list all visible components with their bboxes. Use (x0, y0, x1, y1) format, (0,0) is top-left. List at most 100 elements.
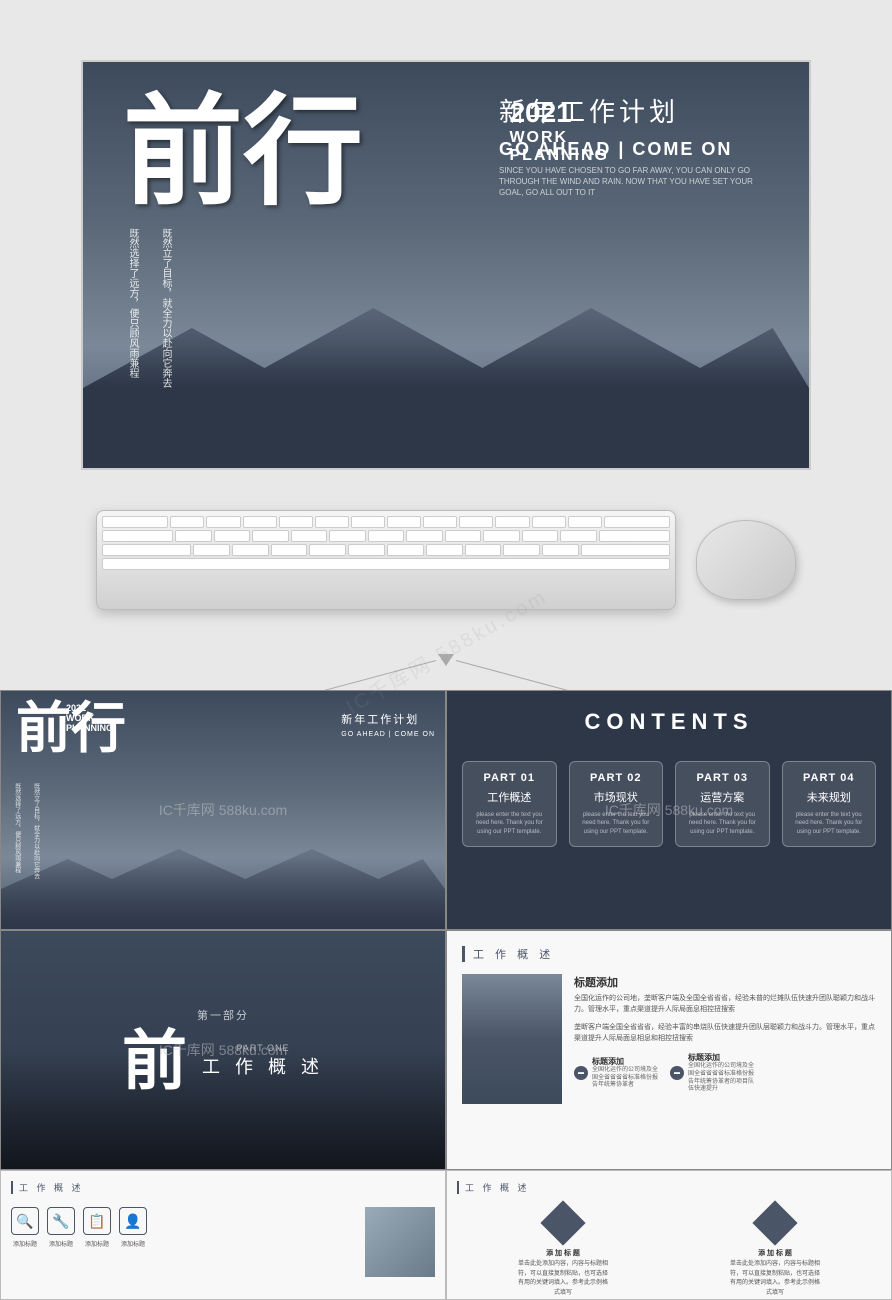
diamond-shape-1 (540, 1200, 585, 1245)
contents-header: CONTENTS (447, 691, 891, 753)
key (170, 516, 204, 528)
part-one-content: 第一部分 前 PART ONE 工 作 概 述 (1, 931, 445, 1169)
work-text-1: 全国化运作的公司地，垄断客户端及全国全省省省，经验未普的烂摊队伍快速升团队聪颖力… (574, 994, 876, 1015)
icon-label-4: 添加标题 (121, 1239, 145, 1248)
small-icon-tool: 🔧 添加标题 (47, 1207, 75, 1248)
key (291, 530, 328, 542)
mini-slide-title: 前行 2021WORKPLANNING 新年工作计划 GO AHEAD | CO… (0, 690, 446, 930)
key (271, 544, 308, 556)
key (279, 516, 313, 528)
top-slide-wrapper: 前行 2021 WORKPLANNING 新年工作计划 GO AHEAD | C… (0, 0, 892, 490)
person-icon: 👤 (119, 1207, 147, 1235)
search-icon: 🔍 (11, 1207, 39, 1235)
part-01-box: PART 01 工作概述 please enter the text you n… (462, 761, 557, 847)
part-one-title: 工 作 概 述 (202, 1053, 324, 1079)
key (387, 516, 421, 528)
slides-grid: 前行 2021WORKPLANNING 新年工作计划 GO AHEAD | CO… (0, 690, 892, 1300)
small-left-body: 🔍 添加标题 🔧 添加标题 📋 添加标题 👤 添加标题 (11, 1202, 435, 1277)
mini-slide-contents: CONTENTS PART 01 工作概述 please enter the t… (446, 690, 892, 930)
small-right-header: 工 作 概 述 (457, 1181, 881, 1194)
part-04-title: 未来规划 (791, 789, 868, 805)
key (445, 530, 482, 542)
key (568, 516, 602, 528)
diamond-label-1: 添 加 标 题 单击此处添加内容，内容与标题相符，可以直接复制粘贴，也可选择有用… (518, 1249, 608, 1298)
key (243, 516, 277, 528)
key (387, 544, 424, 556)
keyboard-image (96, 510, 676, 610)
key (495, 516, 529, 528)
part-02-desc: please enter the text you need here. Tha… (578, 811, 655, 836)
key (102, 530, 173, 542)
small-icons-row: 🔍 添加标题 🔧 添加标题 📋 添加标题 👤 添加标题 (11, 1207, 147, 1248)
top-slide: 前行 2021 WORKPLANNING 新年工作计划 GO AHEAD | C… (81, 60, 811, 470)
slide-columns-text: 既然选择了远方，便只顾风雨兼程 既然立了目标，就全力以赴向它奔去 (123, 228, 174, 388)
part-03-title: 运营方案 (684, 789, 761, 805)
contents-parts: PART 01 工作概述 please enter the text you n… (447, 753, 891, 855)
small-left-content: 工 作 概 述 🔍 添加标题 🔧 添加标题 📋 添加标题 (1, 1171, 445, 1299)
slide-en-subtitle: GO AHEAD | COME ON (499, 139, 779, 160)
col-text-1: 既然选择了远方，便只顾风雨兼程 (123, 228, 141, 388)
diamond-shape-2 (752, 1200, 797, 1245)
key (560, 530, 597, 542)
work-icon-1-circle: ▬ (574, 1066, 588, 1080)
work-overview-content: 工 作 概 述 标题添加 全国化运作的公司地，垄断客户端及全国全省省省，经验未普… (447, 931, 891, 1169)
part-02-title: 市场现状 (578, 789, 655, 805)
part-one-inner: 第一部分 前 PART ONE 工 作 概 述 (122, 1007, 324, 1093)
part-one-en: PART ONE (202, 1043, 324, 1053)
part-04-desc: please enter the text you need here. Tha… (791, 811, 868, 836)
key (459, 516, 493, 528)
key (232, 544, 269, 556)
key (581, 544, 670, 556)
key (102, 544, 191, 556)
part-03-desc: please enter the text you need here. Tha… (684, 811, 761, 836)
key (309, 544, 346, 556)
mini-en-subtitle: GO AHEAD | COME ON (341, 731, 435, 738)
part-number-label: 第一部分 (122, 1007, 324, 1023)
slide-desc-en: SINCE YOU HAVE CHOSEN TO GO FAR AWAY, YO… (499, 165, 779, 199)
work-icon-1-label: 标题添加 (592, 1056, 662, 1067)
small-right-content: 工 作 概 述 添 加 标 题 单击此处添加内容，内容与标题相符，可以直接复制粘… (447, 1171, 891, 1299)
key (193, 544, 230, 556)
work-icon-2-desc: 全国化运作的公司境及全国全省省省省标准格份报告年统筹协革者的项目队伍快速提升 (688, 1063, 758, 1094)
part-02-box: PART 02 市场现状 please enter the text you n… (569, 761, 664, 847)
work-icon-1: ▬ 标题添加 全国化运作的公司境及全国全省省省省标准格份报告年统筹协革者 (574, 1052, 662, 1094)
part-03-box: PART 03 运营方案 please enter the text you n… (675, 761, 770, 847)
slide-right-block: 新年工作计划 GO AHEAD | COME ON SINCE YOU HAVE… (499, 92, 779, 199)
mouse-image (696, 520, 796, 600)
key (351, 516, 385, 528)
key (206, 516, 240, 528)
part-04-number: PART 04 (791, 772, 868, 784)
main-chinese-title: 前行 (123, 92, 363, 212)
work-two-col: 标题添加 全国化运作的公司地，垄断客户端及全国全省省省，经验未普的烂摊队伍快速升… (462, 974, 876, 1104)
part-01-title: 工作概述 (471, 789, 548, 805)
part-01-number: PART 01 (471, 772, 548, 784)
part-one-char: 前 (122, 1028, 187, 1093)
small-icon-search: 🔍 添加标题 (11, 1207, 39, 1248)
key (465, 544, 502, 556)
work-icon-2: ▬ 标题添加 全国化运作的公司境及全国全省省省省标准格份报告年统筹协革者的项目队… (670, 1052, 758, 1094)
mini-slide-small-left: 工 作 概 述 🔍 添加标题 🔧 添加标题 📋 添加标题 (0, 1170, 446, 1300)
key (214, 530, 251, 542)
work-icons-row: ▬ 标题添加 全国化运作的公司境及全国全省省省省标准格份报告年统筹协革者 ▬ 标… (574, 1052, 876, 1094)
tool-icon: 🔧 (47, 1207, 75, 1235)
icon-label-2: 添加标题 (49, 1239, 73, 1248)
key (252, 530, 289, 542)
mini-slide-work-overview: 工 作 概 述 标题添加 全国化运作的公司地，垄断客户端及全国全省省省，经验未普… (446, 930, 892, 1170)
diamond-item-1: 添 加 标 题 单击此处添加内容，内容与标题相符，可以直接复制粘贴，也可选择有用… (518, 1207, 608, 1298)
spacebar (102, 558, 670, 570)
arrow-connector (0, 630, 892, 690)
icon-label-1: 添加标题 (13, 1239, 37, 1248)
key (406, 530, 443, 542)
key (604, 516, 670, 528)
keyboard-section (0, 490, 892, 630)
work-section-title-1: 标题添加 (574, 974, 876, 990)
work-overview-header: 工 作 概 述 (462, 946, 876, 962)
key (315, 516, 349, 528)
mini-diamond-area: 添 加 标 题 单击此处添加内容，内容与标题相符，可以直接复制粘贴，也可选择有用… (457, 1202, 881, 1298)
mini-col-1: 既然选择了远方，便只顾风雨兼程 (11, 783, 22, 879)
work-icon-2-circle: ▬ (670, 1066, 684, 1080)
mini-columns: 既然选择了远方，便只顾风雨兼程 既然立了目标，就全力以赴向它奔去 (11, 783, 41, 879)
work-text-area: 标题添加 全国化运作的公司地，垄断客户端及全国全省省省，经验未普的烂摊队伍快速升… (574, 974, 876, 1104)
key (522, 530, 559, 542)
part-04-box: PART 04 未来规划 please enter the text you n… (782, 761, 877, 847)
